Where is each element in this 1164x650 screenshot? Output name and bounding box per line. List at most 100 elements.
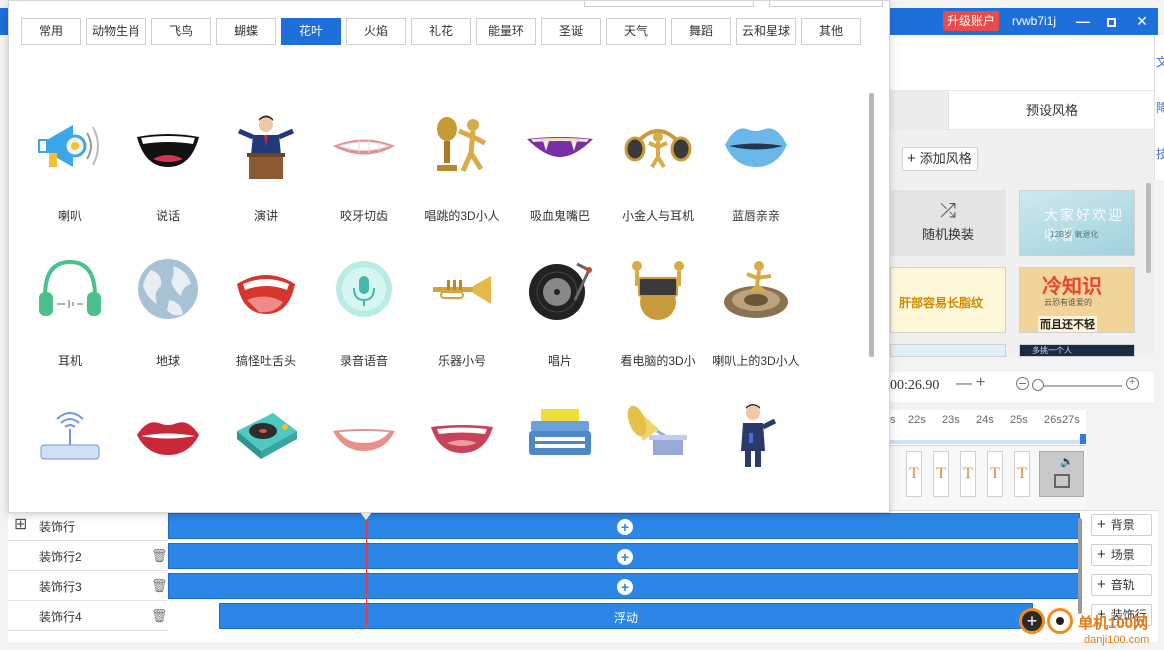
add-keyframe-icon[interactable]: + [617, 579, 633, 595]
style-thumbnail[interactable]: 多挑一个人 [1019, 344, 1135, 357]
hidden-button[interactable] [769, 1, 883, 7]
speaker-podium-icon [238, 115, 294, 179]
decoration-item[interactable] [315, 381, 413, 511]
category-tab[interactable]: 其他 [801, 18, 861, 45]
track-row: ⊞ 装饰行 + + 背景 [8, 511, 1158, 541]
style-thumbnail[interactable] [890, 344, 1006, 357]
category-tab[interactable]: 蝴蝶 [216, 18, 276, 45]
decoration-item[interactable] [21, 381, 119, 511]
category-tab[interactable]: 飞鸟 [151, 18, 211, 45]
text-clip[interactable]: T [987, 451, 1003, 497]
add-keyframe-icon[interactable]: + [617, 519, 633, 535]
decoration-item[interactable]: 蓝唇亲亲 [707, 91, 805, 223]
style-thumbnail[interactable]: 冷知识 云恐有谁爱的 而且还不轻 [1019, 267, 1135, 333]
text-clip[interactable]: T [960, 451, 976, 497]
group-icon: ⊞ [14, 516, 28, 533]
add-audio-track-button[interactable]: + 音轨 [1091, 574, 1152, 596]
add-style-button[interactable]: + 添加风格 [902, 147, 978, 171]
typewriter-icon [529, 409, 591, 455]
category-tab[interactable]: 圣诞 [541, 18, 601, 45]
style-thumbnail[interactable]: 肝部容易长脂纹 [890, 267, 1006, 333]
plus-icon: + [1097, 546, 1106, 563]
zoom-in-icon[interactable] [1126, 376, 1139, 390]
edge-char[interactable]: 技 [1156, 145, 1164, 162]
hidden-field[interactable] [584, 1, 754, 7]
category-tab-active[interactable]: 花叶 [281, 18, 341, 45]
style-panel-scrollbar[interactable] [1146, 183, 1151, 273]
close-button[interactable]: ✕ [1132, 11, 1152, 31]
trash-icon[interactable]: 🗑 [151, 608, 168, 624]
text-clip[interactable]: T [933, 451, 949, 497]
picker-scrollbar[interactable] [869, 93, 874, 357]
decoration-item[interactable] [413, 381, 511, 511]
decoration-item[interactable] [707, 381, 805, 511]
decoration-item[interactable]: 唱片 [511, 236, 609, 368]
decoration-item[interactable]: 喇叭 [21, 91, 119, 223]
edge-char[interactable]: 文 [1156, 53, 1164, 70]
decoration-item[interactable]: 搞怪吐舌头 [217, 236, 315, 368]
audio-clip[interactable]: 🔈 [1039, 451, 1084, 497]
zoom-out-icon[interactable] [1016, 377, 1029, 390]
decoration-item[interactable]: 咬牙切齿 [315, 91, 413, 223]
float-clip[interactable]: 浮动 [219, 603, 1033, 629]
decoration-item[interactable]: 乐器小号 [413, 236, 511, 368]
decoration-item[interactable]: 唱跳的3D小人 [413, 91, 511, 223]
username-label[interactable]: rvwb7i1j [1012, 12, 1056, 30]
decoration-item[interactable] [609, 381, 707, 511]
edge-char[interactable]: 降 [1156, 99, 1164, 116]
track-label[interactable]: ⊞ 装饰行 [8, 511, 168, 541]
track-label[interactable]: 装饰行3 🗑 [8, 571, 168, 601]
decoration-item[interactable]: 小金人与耳机 [609, 91, 707, 223]
decoration-item[interactable]: 吸血鬼嘴巴 [511, 91, 609, 223]
track-label[interactable]: 装饰行4 🗑 [8, 601, 168, 631]
track-bar[interactable]: + [168, 513, 1080, 539]
style-thumbnail[interactable]: 大家好欢迎收看 12B岁 氧退化 [1019, 190, 1135, 256]
decoration-item[interactable] [217, 381, 315, 511]
add-scene-button[interactable]: + 场景 [1091, 544, 1152, 566]
zoom-slider-handle[interactable] [1032, 379, 1044, 391]
decoration-item[interactable]: 录音语音 [315, 236, 413, 368]
ruler-end-handle[interactable] [1080, 434, 1086, 444]
add-background-button[interactable]: + 背景 [1091, 514, 1152, 536]
category-tab[interactable]: 能量环 [476, 18, 536, 45]
category-tab[interactable]: 火焰 [346, 18, 406, 45]
trash-icon[interactable]: 🗑 [151, 578, 168, 594]
category-tab[interactable]: 天气 [606, 18, 666, 45]
category-tab[interactable]: 舞蹈 [671, 18, 731, 45]
playhead-marker[interactable] [360, 512, 372, 520]
random-outfit-button[interactable]: ⤮ 随机换装 [890, 190, 1006, 256]
decoration-item[interactable]: 耳机 [21, 236, 119, 368]
tab-other[interactable] [890, 91, 949, 130]
maximize-button[interactable] [1101, 11, 1121, 31]
text-clip[interactable]: T [1014, 451, 1030, 497]
category-tab[interactable]: 云和星球 [736, 18, 796, 45]
add-style-label: 添加风格 [919, 151, 972, 166]
timeline-ruler[interactable]: s 22s 23s 24s 25s 26s 27s [890, 410, 1086, 446]
track-bar[interactable]: + [168, 573, 1080, 599]
trash-icon[interactable]: 🗑 [151, 548, 168, 564]
text-clip[interactable]: T [906, 451, 922, 497]
category-tab[interactable]: 常用 [21, 18, 81, 45]
tab-preset-style[interactable]: 预设风格 [950, 91, 1154, 130]
add-keyframe-icon[interactable]: + [617, 549, 633, 565]
time-minus-button[interactable]: — [956, 375, 972, 393]
playhead[interactable] [366, 509, 367, 627]
category-tab[interactable]: 动物生肖 [86, 18, 146, 45]
decoration-item[interactable] [511, 381, 609, 511]
decoration-item[interactable]: 演讲 [217, 91, 315, 223]
track-bar[interactable]: + [168, 543, 1080, 569]
tracks-scrollbar[interactable] [1078, 518, 1082, 614]
style-panel-tabs: 预设风格 [890, 90, 1154, 130]
decoration-item[interactable]: 喇叭上的3D小人 [707, 236, 805, 368]
wifi-router-icon [40, 412, 100, 460]
zoom-slider-track[interactable] [1036, 385, 1122, 387]
decoration-item[interactable]: 说话 [119, 91, 217, 223]
minimize-button[interactable]: — [1073, 11, 1093, 31]
decoration-item[interactable]: 地球 [119, 236, 217, 368]
time-plus-button[interactable]: + [976, 374, 985, 392]
decoration-item[interactable] [119, 381, 217, 511]
track-label[interactable]: 装饰行2 🗑 [8, 541, 168, 571]
decoration-item[interactable]: 看电脑的3D小 [609, 236, 707, 368]
upgrade-account-button[interactable]: 升级账户 [943, 11, 999, 31]
category-tab[interactable]: 礼花 [411, 18, 471, 45]
